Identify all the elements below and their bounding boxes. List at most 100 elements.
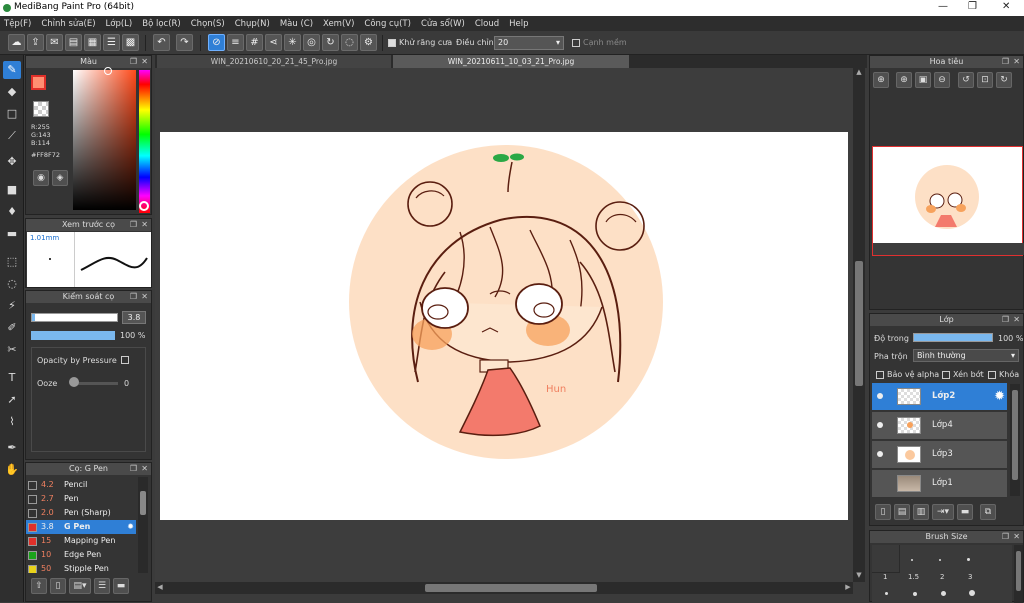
brush-size-option[interactable]: 1: [883, 573, 887, 581]
brush-item-selected[interactable]: 3.8 G Pen ✹: [26, 520, 136, 534]
vertical-scroll-thumb[interactable]: [855, 261, 863, 386]
document-tab[interactable]: WIN_20210610_20_21_45_Pro.jpg: [157, 55, 391, 68]
lasso-tool-icon[interactable]: ◌: [3, 275, 21, 293]
fit-screen-icon[interactable]: ▣: [915, 72, 931, 88]
snap-perspective-icon[interactable]: ⋖: [265, 34, 282, 51]
new-brush-icon[interactable]: ▯: [50, 578, 66, 594]
close-icon[interactable]: ✕: [141, 219, 148, 231]
brush-list-scrollbar[interactable]: [138, 477, 148, 573]
layer-row-selected[interactable]: Lớp2 ✹: [872, 383, 1007, 411]
menu-select[interactable]: Chọn(S): [191, 19, 225, 29]
brush-item[interactable]: 15 Mapping Pen: [26, 534, 136, 548]
brush-item[interactable]: 2.0 Pen (Sharp): [26, 506, 136, 520]
grid-icon[interactable]: ▩: [122, 34, 139, 51]
cloud-upload-icon[interactable]: ⇪: [27, 34, 44, 51]
rotate-right-icon[interactable]: ↻: [996, 72, 1012, 88]
snap-settings-icon[interactable]: ⚙: [360, 34, 377, 51]
scroll-left-icon[interactable]: ◀: [155, 583, 165, 593]
brush-settings-icon[interactable]: ✹: [127, 520, 134, 534]
maximize-button[interactable]: ❐: [968, 1, 977, 12]
ooze-slider-handle[interactable]: [69, 377, 79, 387]
close-icon[interactable]: ✕: [1013, 314, 1020, 326]
operation-tool-icon[interactable]: ➚: [3, 391, 21, 409]
close-icon[interactable]: ✕: [141, 56, 148, 68]
magic-wand-icon[interactable]: ⚡: [3, 297, 21, 315]
layer-row[interactable]: Lớp3: [872, 441, 1007, 469]
menu-edit[interactable]: Chỉnh sửa(E): [41, 19, 95, 29]
horizontal-scrollbar[interactable]: ◀ ▶: [155, 582, 853, 594]
antialias-checkbox[interactable]: Khử răng cưa: [388, 38, 452, 47]
blend-mode-select[interactable]: Bình thường ▾: [913, 349, 1019, 362]
drawing-canvas[interactable]: Hun: [160, 132, 848, 520]
undock-icon[interactable]: ❐: [1002, 314, 1009, 326]
fit-window-icon[interactable]: ⊡: [977, 72, 993, 88]
rotate-left-icon[interactable]: ↺: [958, 72, 974, 88]
eye-icon[interactable]: [877, 451, 883, 457]
brush-size-option[interactable]: 2: [940, 573, 944, 581]
zoom-in-icon[interactable]: ⊕: [873, 72, 889, 88]
rect-shape-icon[interactable]: □: [3, 105, 21, 123]
palette-icon[interactable]: ◉: [33, 170, 49, 186]
layer-row[interactable]: Lớp4: [872, 412, 1007, 440]
menu-capture[interactable]: Chụp(N): [235, 19, 270, 29]
undock-icon[interactable]: ❐: [1002, 56, 1009, 68]
undo-icon[interactable]: ↶: [153, 34, 170, 51]
zoom-out-icon[interactable]: ⊖: [934, 72, 950, 88]
comment-icon[interactable]: ✉: [46, 34, 63, 51]
brush-list-icon[interactable]: ☰: [94, 578, 110, 594]
hue-cursor[interactable]: [139, 201, 149, 211]
color-settings-icon[interactable]: ◈: [52, 170, 68, 186]
eye-icon[interactable]: [877, 422, 883, 428]
brush-size-value[interactable]: 3.8: [122, 311, 146, 324]
duplicate-layer-icon[interactable]: ▥: [913, 504, 929, 520]
document-tab-active[interactable]: WIN_20210611_10_03_21_Pro.jpg: [393, 55, 629, 68]
menu-cloud[interactable]: Cloud: [475, 19, 499, 29]
layer-row[interactable]: Lớp1: [872, 470, 1007, 498]
menu-layer[interactable]: Lớp(L): [106, 19, 133, 29]
layer-settings-icon[interactable]: ✹: [994, 389, 1005, 404]
close-icon[interactable]: ✕: [1013, 56, 1020, 68]
undock-icon[interactable]: ❐: [130, 219, 137, 231]
horizontal-scroll-thumb[interactable]: [425, 584, 597, 592]
foreground-color-swatch[interactable]: [31, 75, 46, 90]
brush-size-option[interactable]: 3: [968, 573, 972, 581]
new-layer-icon[interactable]: ▯: [875, 504, 891, 520]
select-rect-icon[interactable]: ⬚: [3, 253, 21, 271]
bucket-tool-icon[interactable]: ♦: [3, 203, 21, 221]
layer-folder-icon[interactable]: ▬: [957, 504, 973, 520]
vertical-scrollbar[interactable]: ▲ ▼: [853, 68, 865, 582]
sv-cursor[interactable]: [104, 67, 112, 75]
brush-folder-icon[interactable]: ▬: [113, 578, 129, 594]
menu-file[interactable]: Tệp(F): [4, 19, 31, 29]
scroll-up-icon[interactable]: ▲: [854, 68, 864, 78]
brush-item[interactable]: 4.2 Pencil: [26, 478, 136, 492]
menu-color[interactable]: Màu (C): [280, 19, 313, 29]
text-tool-icon[interactable]: T: [3, 369, 21, 387]
line-tool-icon[interactable]: ⟋: [3, 127, 21, 145]
menu-view[interactable]: Xem(V): [323, 19, 354, 29]
eraser-tool-icon[interactable]: ◆: [3, 83, 21, 101]
menu-window[interactable]: Cửa sổ(W): [421, 19, 465, 29]
lock-checkbox[interactable]: Khóa: [988, 370, 1019, 379]
divide-tool-icon[interactable]: ⌇: [3, 413, 21, 431]
select-eraser-icon[interactable]: ✂: [3, 341, 21, 359]
undock-icon[interactable]: ❐: [130, 56, 137, 68]
menu-filter[interactable]: Bộ lọc(R): [142, 19, 181, 29]
close-icon[interactable]: ✕: [141, 291, 148, 303]
add-brush-icon[interactable]: ⇧: [31, 578, 47, 594]
undock-icon[interactable]: ❐: [130, 463, 137, 475]
select-pen-icon[interactable]: ✐: [3, 319, 21, 337]
minimize-button[interactable]: —: [938, 1, 948, 12]
brush-item[interactable]: 2.7 Pen: [26, 492, 136, 506]
layer-menu-icon[interactable]: ⇥▾: [932, 504, 954, 520]
brush-size-slider[interactable]: [31, 313, 118, 322]
clipping-checkbox[interactable]: Xén bớt: [942, 370, 984, 379]
close-button[interactable]: ✕: [1002, 1, 1010, 12]
navigator-preview[interactable]: [872, 146, 1024, 256]
menu-help[interactable]: Help: [509, 19, 528, 29]
eyedropper-icon[interactable]: ✒: [3, 439, 21, 457]
menu-tools[interactable]: Công cụ(T): [364, 19, 411, 29]
scroll-down-icon[interactable]: ▼: [854, 571, 864, 581]
brush-tool-icon[interactable]: ✎: [3, 61, 21, 79]
page-icon[interactable]: ▦: [84, 34, 101, 51]
